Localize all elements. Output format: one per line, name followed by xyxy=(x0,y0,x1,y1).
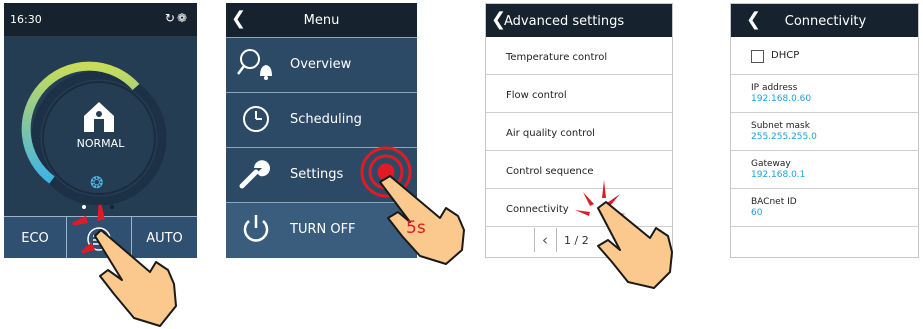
overview-icon xyxy=(237,49,272,80)
page-indicator: 1 / 2 xyxy=(564,234,589,247)
status-bar: 16:30 ↻❁ xyxy=(4,3,197,36)
page-title: Menu xyxy=(303,13,340,28)
list-item-connectivity[interactable]: Connectivity xyxy=(486,189,672,227)
field-label: Gateway xyxy=(751,159,791,169)
fan-icon: ❂ xyxy=(90,173,104,192)
list-item-control-sequence[interactable]: Control sequence xyxy=(486,151,672,189)
wrench-icon xyxy=(239,160,270,189)
list-item-temperature-control[interactable]: Temperature control xyxy=(486,37,672,75)
list-item-label: Control sequence xyxy=(506,166,594,177)
field-label: BACnet ID xyxy=(751,197,797,207)
field-label: Subnet mask xyxy=(751,121,810,131)
home-screen: 16:30 ↻❁ NORMAL ❂ ECO AUTO xyxy=(4,3,197,258)
menu-item-label: Settings xyxy=(290,167,344,182)
advanced-header: ❮ Advanced settings xyxy=(486,4,672,37)
dhcp-checkbox[interactable] xyxy=(751,50,764,63)
menu-screen: ❮ Menu Overview Scheduling Settings TURN… xyxy=(226,3,417,258)
menu-item-label: Scheduling xyxy=(290,112,362,127)
pagination: ‹ 1 / 2 xyxy=(486,228,672,252)
list-item-label: Flow control xyxy=(506,90,567,101)
menu-item-label: TURN OFF xyxy=(290,222,356,237)
power-icon xyxy=(243,215,269,242)
eco-button[interactable]: ECO xyxy=(4,217,67,258)
bacnet-id-row[interactable]: BACnet ID 60 xyxy=(731,189,918,227)
subnet-mask-row[interactable]: Subnet mask 255.255.255.0 xyxy=(731,113,918,151)
list-item-label: Air quality control xyxy=(506,128,595,139)
menu-header: ❮ Menu xyxy=(226,3,417,37)
ip-address-value: 192.168.0.60 xyxy=(751,94,812,104)
connectivity-screen: ❮ Connectivity DHCP IP address 192.168.0… xyxy=(730,3,919,258)
mode-label: NORMAL xyxy=(76,137,125,150)
auto-button[interactable]: AUTO xyxy=(131,217,197,258)
list-item-label: Temperature control xyxy=(506,52,608,63)
menu-item-scheduling[interactable]: Scheduling xyxy=(226,92,417,147)
page-title: Advanced settings xyxy=(504,14,625,29)
ip-address-row[interactable]: IP address 192.168.0.60 xyxy=(731,75,918,113)
menu-button[interactable] xyxy=(67,217,131,258)
dhcp-row[interactable]: DHCP xyxy=(731,37,918,75)
sync-icon: ↻❁ xyxy=(164,11,189,25)
connectivity-header: ❮ Connectivity xyxy=(731,4,918,37)
dhcp-label: DHCP xyxy=(771,50,800,61)
gateway-row[interactable]: Gateway 192.168.0.1 xyxy=(731,151,918,189)
subnet-mask-value: 255.255.255.0 xyxy=(751,132,817,142)
menu-item-settings[interactable]: Settings xyxy=(226,147,417,202)
field-label: IP address xyxy=(751,83,798,93)
list-item-label: Connectivity xyxy=(506,204,569,215)
menu-item-label: Overview xyxy=(290,57,352,72)
list-item-air-quality-control[interactable]: Air quality control xyxy=(486,113,672,151)
menu-item-overview[interactable]: Overview xyxy=(226,37,417,92)
menu-icon xyxy=(87,227,111,251)
list-item-flow-control[interactable]: Flow control xyxy=(486,75,672,113)
clock-time: 16:30 xyxy=(10,13,42,26)
gateway-value: 192.168.0.1 xyxy=(751,170,806,180)
bacnet-id-value: 60 xyxy=(751,208,763,218)
prev-page-icon[interactable]: ‹ xyxy=(542,231,548,249)
hold-duration-label: 5s xyxy=(406,218,426,238)
clock-icon xyxy=(243,106,269,132)
turn-off-button[interactable]: TURN OFF xyxy=(226,202,417,258)
mode-bar: ECO AUTO xyxy=(4,216,197,258)
page-title: Connectivity xyxy=(784,14,867,29)
advanced-settings-screen: ❮ Advanced settings Temperature control … xyxy=(485,3,673,258)
